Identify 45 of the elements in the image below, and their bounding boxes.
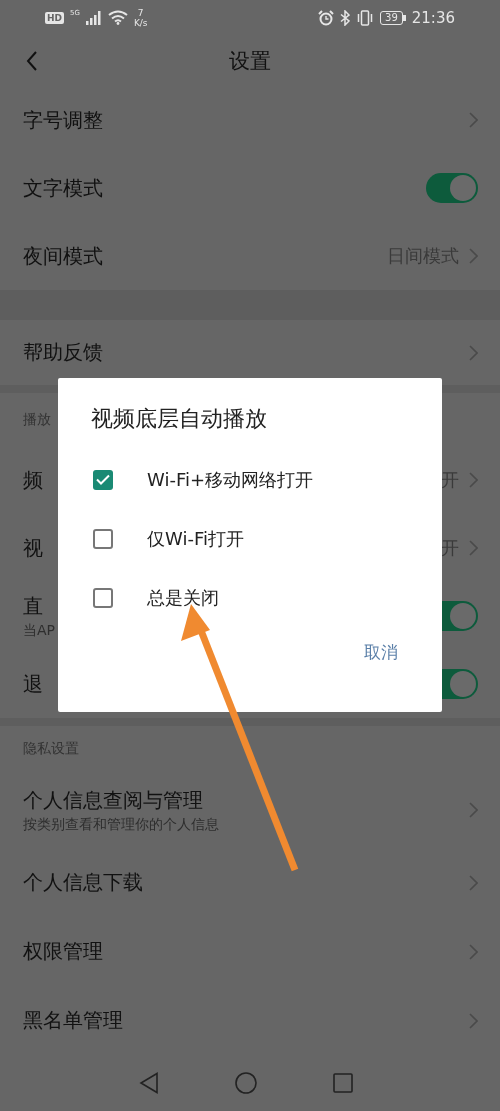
setting-label: 退 xyxy=(23,670,43,698)
setting-label: 黑名单管理 xyxy=(23,1007,123,1034)
bluetooth-icon xyxy=(340,9,351,26)
battery-icon: 39 xyxy=(380,10,406,25)
chevron-icon xyxy=(469,802,478,818)
chevron-left-icon xyxy=(26,51,38,71)
checkbox[interactable] xyxy=(93,528,113,549)
setting-label: 文字模式 xyxy=(23,174,103,202)
setting-label: 个人信息下载 xyxy=(23,869,143,896)
speed-unit: K/s xyxy=(133,17,148,28)
home-nav-button[interactable] xyxy=(235,1072,257,1094)
hd-badge: HD xyxy=(45,11,64,24)
setting-label: 字号调整 xyxy=(23,106,103,134)
recents-nav-button[interactable] xyxy=(333,1073,353,1093)
setting-label: 频 xyxy=(23,466,43,494)
setting-label: 帮助反馈 xyxy=(23,339,103,366)
chevron-icon xyxy=(469,1012,478,1029)
chevron-icon xyxy=(469,248,478,264)
chevron-icon xyxy=(469,874,478,891)
chevron-icon xyxy=(469,112,478,128)
option-label[interactable]: Wi-Fi+移动网络打开 xyxy=(147,467,314,492)
setting-label: 夜间模式 xyxy=(23,242,103,270)
signal-icon xyxy=(85,10,102,25)
checkbox[interactable] xyxy=(93,587,113,608)
wifi-icon xyxy=(107,10,128,25)
speed-value: 7 xyxy=(137,7,144,18)
setting-label: 视 xyxy=(23,534,43,562)
chevron-icon xyxy=(469,472,478,488)
checkbox[interactable] xyxy=(93,469,113,490)
alarm-icon xyxy=(318,9,335,26)
dialog-title: 视频底层自动播放 xyxy=(91,405,268,433)
setting-label: 个人信息查阅与管理 xyxy=(23,786,203,814)
page-title: 设置 xyxy=(229,47,271,75)
vibrate-icon xyxy=(356,9,375,26)
setting-label: 权限管理 xyxy=(23,938,103,965)
option-label[interactable]: 仅Wi-Fi打开 xyxy=(147,526,244,551)
back-nav-button[interactable] xyxy=(139,1072,159,1094)
chevron-icon xyxy=(469,344,478,361)
chevron-icon xyxy=(469,540,478,556)
setting-label: 直 xyxy=(23,592,43,620)
chevron-icon xyxy=(469,943,478,960)
cancel-button[interactable]: 取消 xyxy=(360,637,402,668)
clock-time: 21:36 xyxy=(411,8,455,27)
option-label[interactable]: 总是关闭 xyxy=(147,585,219,610)
toggle-switch[interactable] xyxy=(426,173,478,203)
